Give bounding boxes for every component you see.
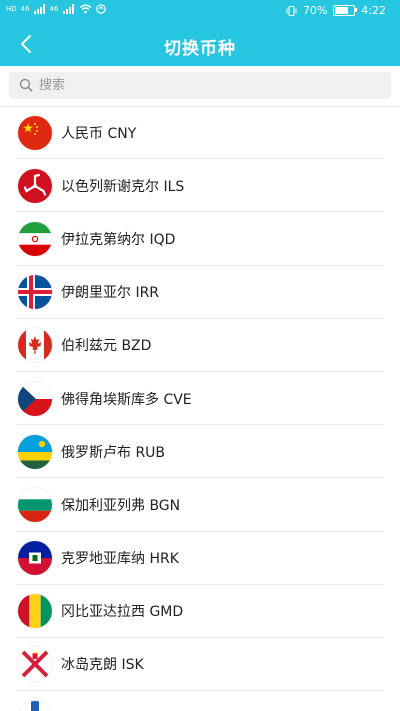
currency-item-irr[interactable]: 伊朗里亚尔 IRR	[0, 266, 400, 319]
search-bar	[0, 66, 400, 107]
status-bar: HD 46 46 70% 4:22	[0, 0, 400, 22]
battery-percent: 70%	[302, 4, 328, 17]
battery-level-fill	[335, 7, 348, 14]
currency-label: 伊拉克第纳尔 IQD	[61, 231, 176, 248]
app-bar: 切换币种	[0, 22, 400, 66]
currency-label: 伊朗里亚尔 IRR	[61, 285, 160, 302]
bulgaria-flag-icon	[18, 487, 52, 522]
notification-icon	[95, 4, 106, 14]
currency-label: 伯利兹元 BZD	[61, 338, 152, 355]
currency-label: 克罗地亚库纳 HRK	[61, 551, 179, 568]
network-type-indicator-2: 46	[49, 4, 59, 13]
battery-icon	[333, 5, 358, 16]
hd-indicator: HD	[6, 4, 17, 13]
currency-item-cny[interactable]: 人民币 CNY	[0, 106, 400, 160]
currency-label: 保加利亚列弗 BGN	[61, 497, 181, 514]
currency-item-gmd[interactable]: 冈比亚达拉西 GMD	[0, 585, 400, 639]
currency-label: 佛得角埃斯库多 CVE	[61, 391, 192, 408]
currency-item-rub[interactable]: 俄罗斯卢布 RUB	[0, 425, 400, 479]
guinea-flag-icon	[18, 594, 52, 629]
currency-label: 俄罗斯卢布 RUB	[61, 444, 166, 461]
currency-item-hrk[interactable]: 克罗地亚库纳 HRK	[0, 532, 400, 585]
haiti-flag-icon	[18, 541, 52, 576]
vibrate-icon	[286, 5, 297, 16]
status-bar-right: 70% 4:22	[286, 4, 386, 17]
rwanda-flag-icon	[18, 434, 52, 469]
partial-flag-icon	[18, 700, 52, 711]
canada-flag-icon	[18, 328, 52, 363]
currency-item-bgn[interactable]: 保加利亚列弗 BGN	[0, 478, 400, 532]
iceland-flag-icon	[18, 275, 52, 310]
currency-label: 冰岛克朗 ISK	[61, 657, 144, 674]
jersey-flag-icon	[18, 647, 52, 682]
status-bar-left: HD 46 46	[6, 4, 106, 14]
search-input[interactable]	[39, 72, 379, 99]
status-time: 4:22	[361, 4, 386, 17]
currency-item-bzd[interactable]: 伯利兹元 BZD	[0, 319, 400, 373]
currency-item-isk[interactable]: 冰岛克朗 ISK	[0, 638, 400, 692]
network-type-indicator: 46	[20, 4, 30, 13]
currency-label: 冈比亚达拉西 GMD	[61, 604, 184, 621]
currency-item-iqd[interactable]: 伊拉克第纳尔 IQD	[0, 212, 400, 266]
iran-flag-icon	[18, 221, 52, 256]
currency-item-cve[interactable]: 佛得角埃斯库多 CVE	[0, 372, 400, 426]
currency-item-partial[interactable]	[0, 691, 400, 711]
search-icon	[19, 78, 33, 92]
currency-item-ils[interactable]: 以色列新谢克尔 ILS	[0, 159, 400, 213]
wifi-icon	[79, 4, 91, 14]
search-box[interactable]	[9, 72, 391, 99]
signal-icon-2	[62, 4, 74, 14]
china-flag-icon	[18, 115, 52, 150]
signal-icon	[33, 4, 45, 14]
currency-list: 人民币 CNY 以色列新谢克尔 ILS 伊拉克第纳尔 IQD 伊朗里亚尔 IRR…	[0, 106, 400, 711]
isle-of-man-flag-icon	[18, 168, 52, 203]
currency-label: 人民币 CNY	[61, 125, 137, 142]
currency-label: 以色列新谢克尔 ILS	[61, 178, 185, 195]
czech-flag-icon	[18, 381, 52, 416]
page-title: 切换币种	[164, 39, 236, 59]
